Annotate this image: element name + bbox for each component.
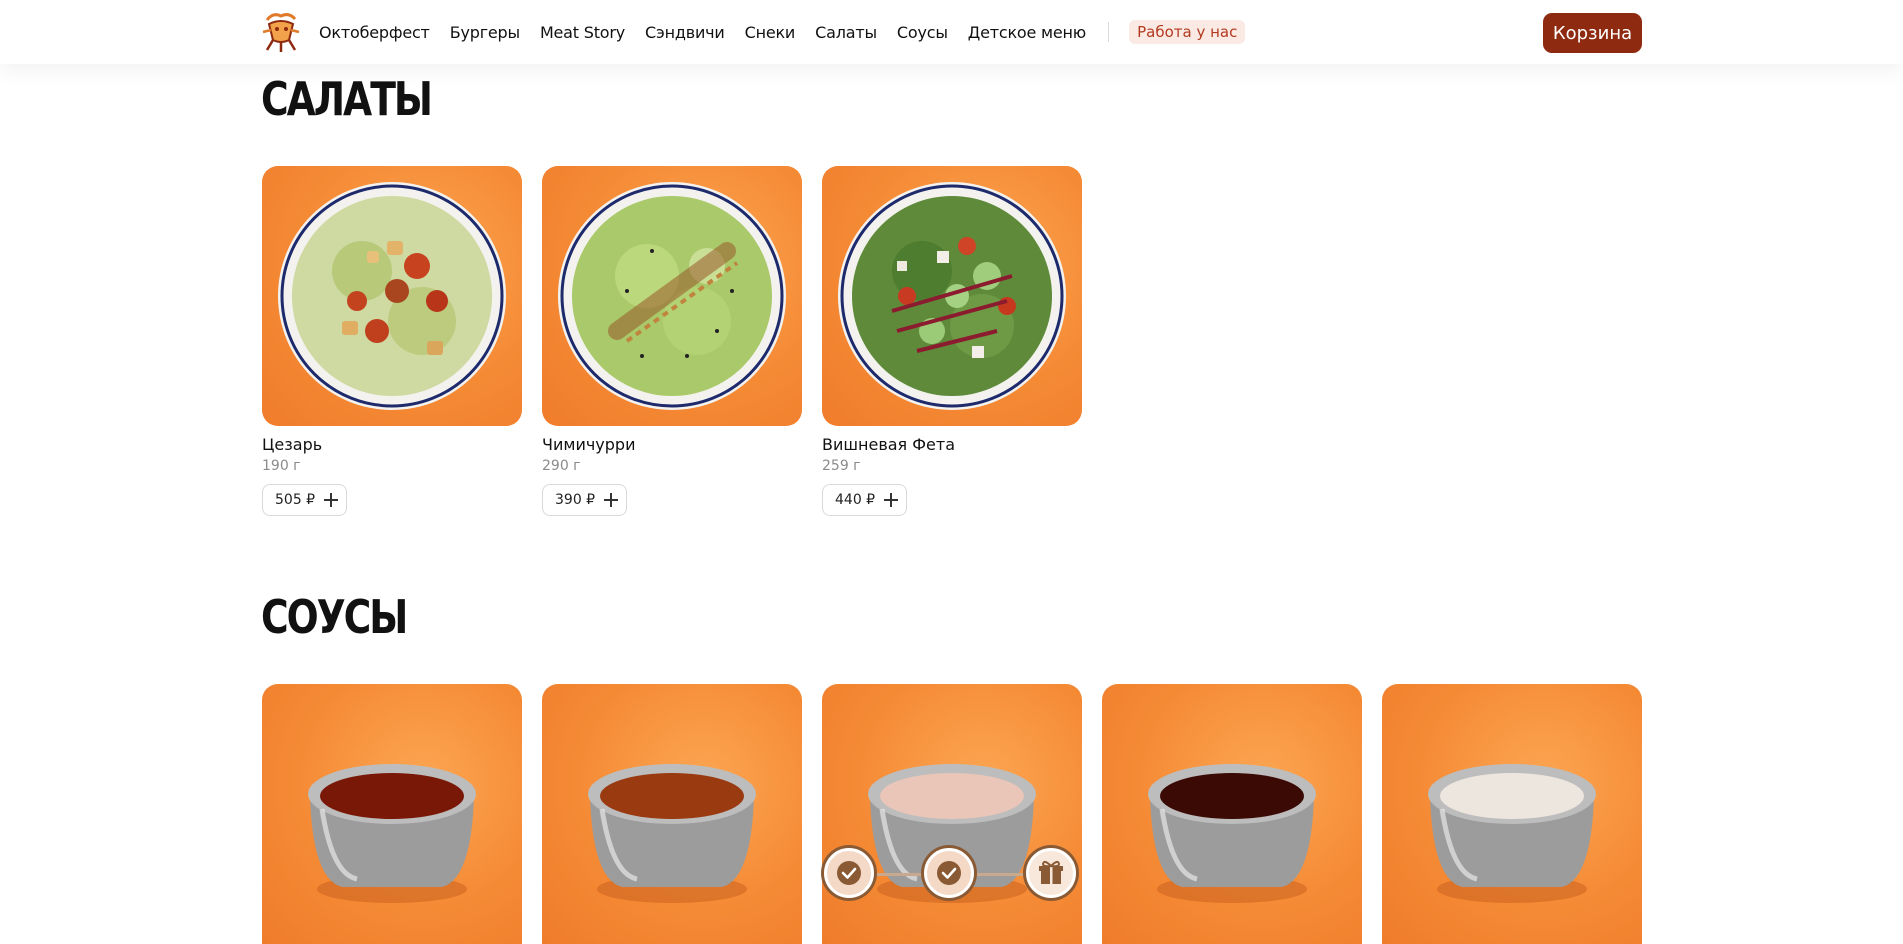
product-image[interactable] (1382, 684, 1642, 944)
product-card[interactable]: Чимичурри 290 г 390 ₽ (542, 166, 802, 516)
product-image[interactable] (542, 166, 802, 426)
nav-item-kids-menu[interactable]: Детское меню (968, 23, 1086, 42)
jobs-link[interactable]: Работа у нас (1129, 20, 1246, 44)
section-title-salads: САЛАТЫ (261, 72, 433, 126)
cart-button[interactable]: Корзина (1543, 13, 1642, 53)
product-card[interactable]: Цезарь 190 г 505 ₽ (262, 166, 522, 516)
product-image[interactable] (542, 684, 802, 944)
nav-item-burgers[interactable]: Бургеры (450, 23, 520, 42)
sauce-fill (320, 773, 464, 819)
logo-icon[interactable] (259, 10, 303, 54)
loyalty-progress[interactable] (822, 848, 1084, 906)
sauce-fill (600, 773, 744, 819)
progress-step-completed[interactable] (824, 848, 874, 898)
product-price: 505 ₽ (275, 492, 316, 508)
product-card[interactable] (542, 684, 802, 944)
main-nav: Октоберфест Бургеры Meat Story Сэндвичи … (319, 0, 1246, 64)
product-weight: 290 г (542, 458, 581, 474)
product-card[interactable] (262, 684, 522, 944)
product-image[interactable] (262, 166, 522, 426)
product-card[interactable]: Вишневая Фета 259 г 440 ₽ (822, 166, 1082, 516)
progress-line (972, 873, 1024, 876)
section-title-sauces: СОУСЫ (261, 590, 408, 644)
product-price: 440 ₽ (835, 492, 876, 508)
nav-item-salads[interactable]: Салаты (815, 23, 877, 42)
product-card[interactable] (1382, 684, 1642, 944)
gift-icon (1039, 860, 1063, 884)
nav-item-oktoberfest[interactable]: Октоберфест (319, 23, 430, 42)
progress-line (872, 873, 922, 876)
nav-item-snacks[interactable]: Снеки (745, 23, 796, 42)
sauce-fill (1160, 773, 1304, 819)
progress-step-reward[interactable] (1026, 848, 1076, 898)
plus-icon (604, 493, 619, 507)
plus-icon (324, 493, 339, 507)
salads-grid: Цезарь 190 г 505 ₽ Чимичурри 290 г 390 ₽… (262, 166, 1102, 516)
site-header: Октоберфест Бургеры Meat Story Сэндвичи … (0, 0, 1903, 64)
product-price: 390 ₽ (555, 492, 596, 508)
product-image[interactable] (822, 166, 1082, 426)
add-to-cart-button[interactable]: 390 ₽ (542, 484, 628, 516)
add-to-cart-button[interactable]: 440 ₽ (822, 484, 908, 516)
product-weight: 259 г (822, 458, 861, 474)
product-name: Вишневая Фета (822, 435, 956, 454)
nav-item-sandwiches[interactable]: Сэндвичи (645, 23, 725, 42)
nav-divider (1108, 22, 1110, 42)
product-weight: 190 г (262, 458, 301, 474)
product-image[interactable] (262, 684, 522, 944)
check-icon (837, 861, 861, 885)
check-icon (937, 861, 961, 885)
nav-item-meat-story[interactable]: Meat Story (540, 23, 625, 42)
product-image[interactable] (1102, 684, 1362, 944)
add-to-cart-button[interactable]: 505 ₽ (262, 484, 348, 516)
progress-step-completed[interactable] (924, 848, 974, 898)
nav-item-sauces[interactable]: Соусы (897, 23, 948, 42)
sauce-fill (880, 773, 1024, 819)
product-card[interactable] (1102, 684, 1362, 944)
sauce-fill (1440, 773, 1584, 819)
product-name: Цезарь (262, 435, 323, 454)
plus-icon (884, 493, 899, 507)
product-name: Чимичурри (542, 435, 636, 454)
